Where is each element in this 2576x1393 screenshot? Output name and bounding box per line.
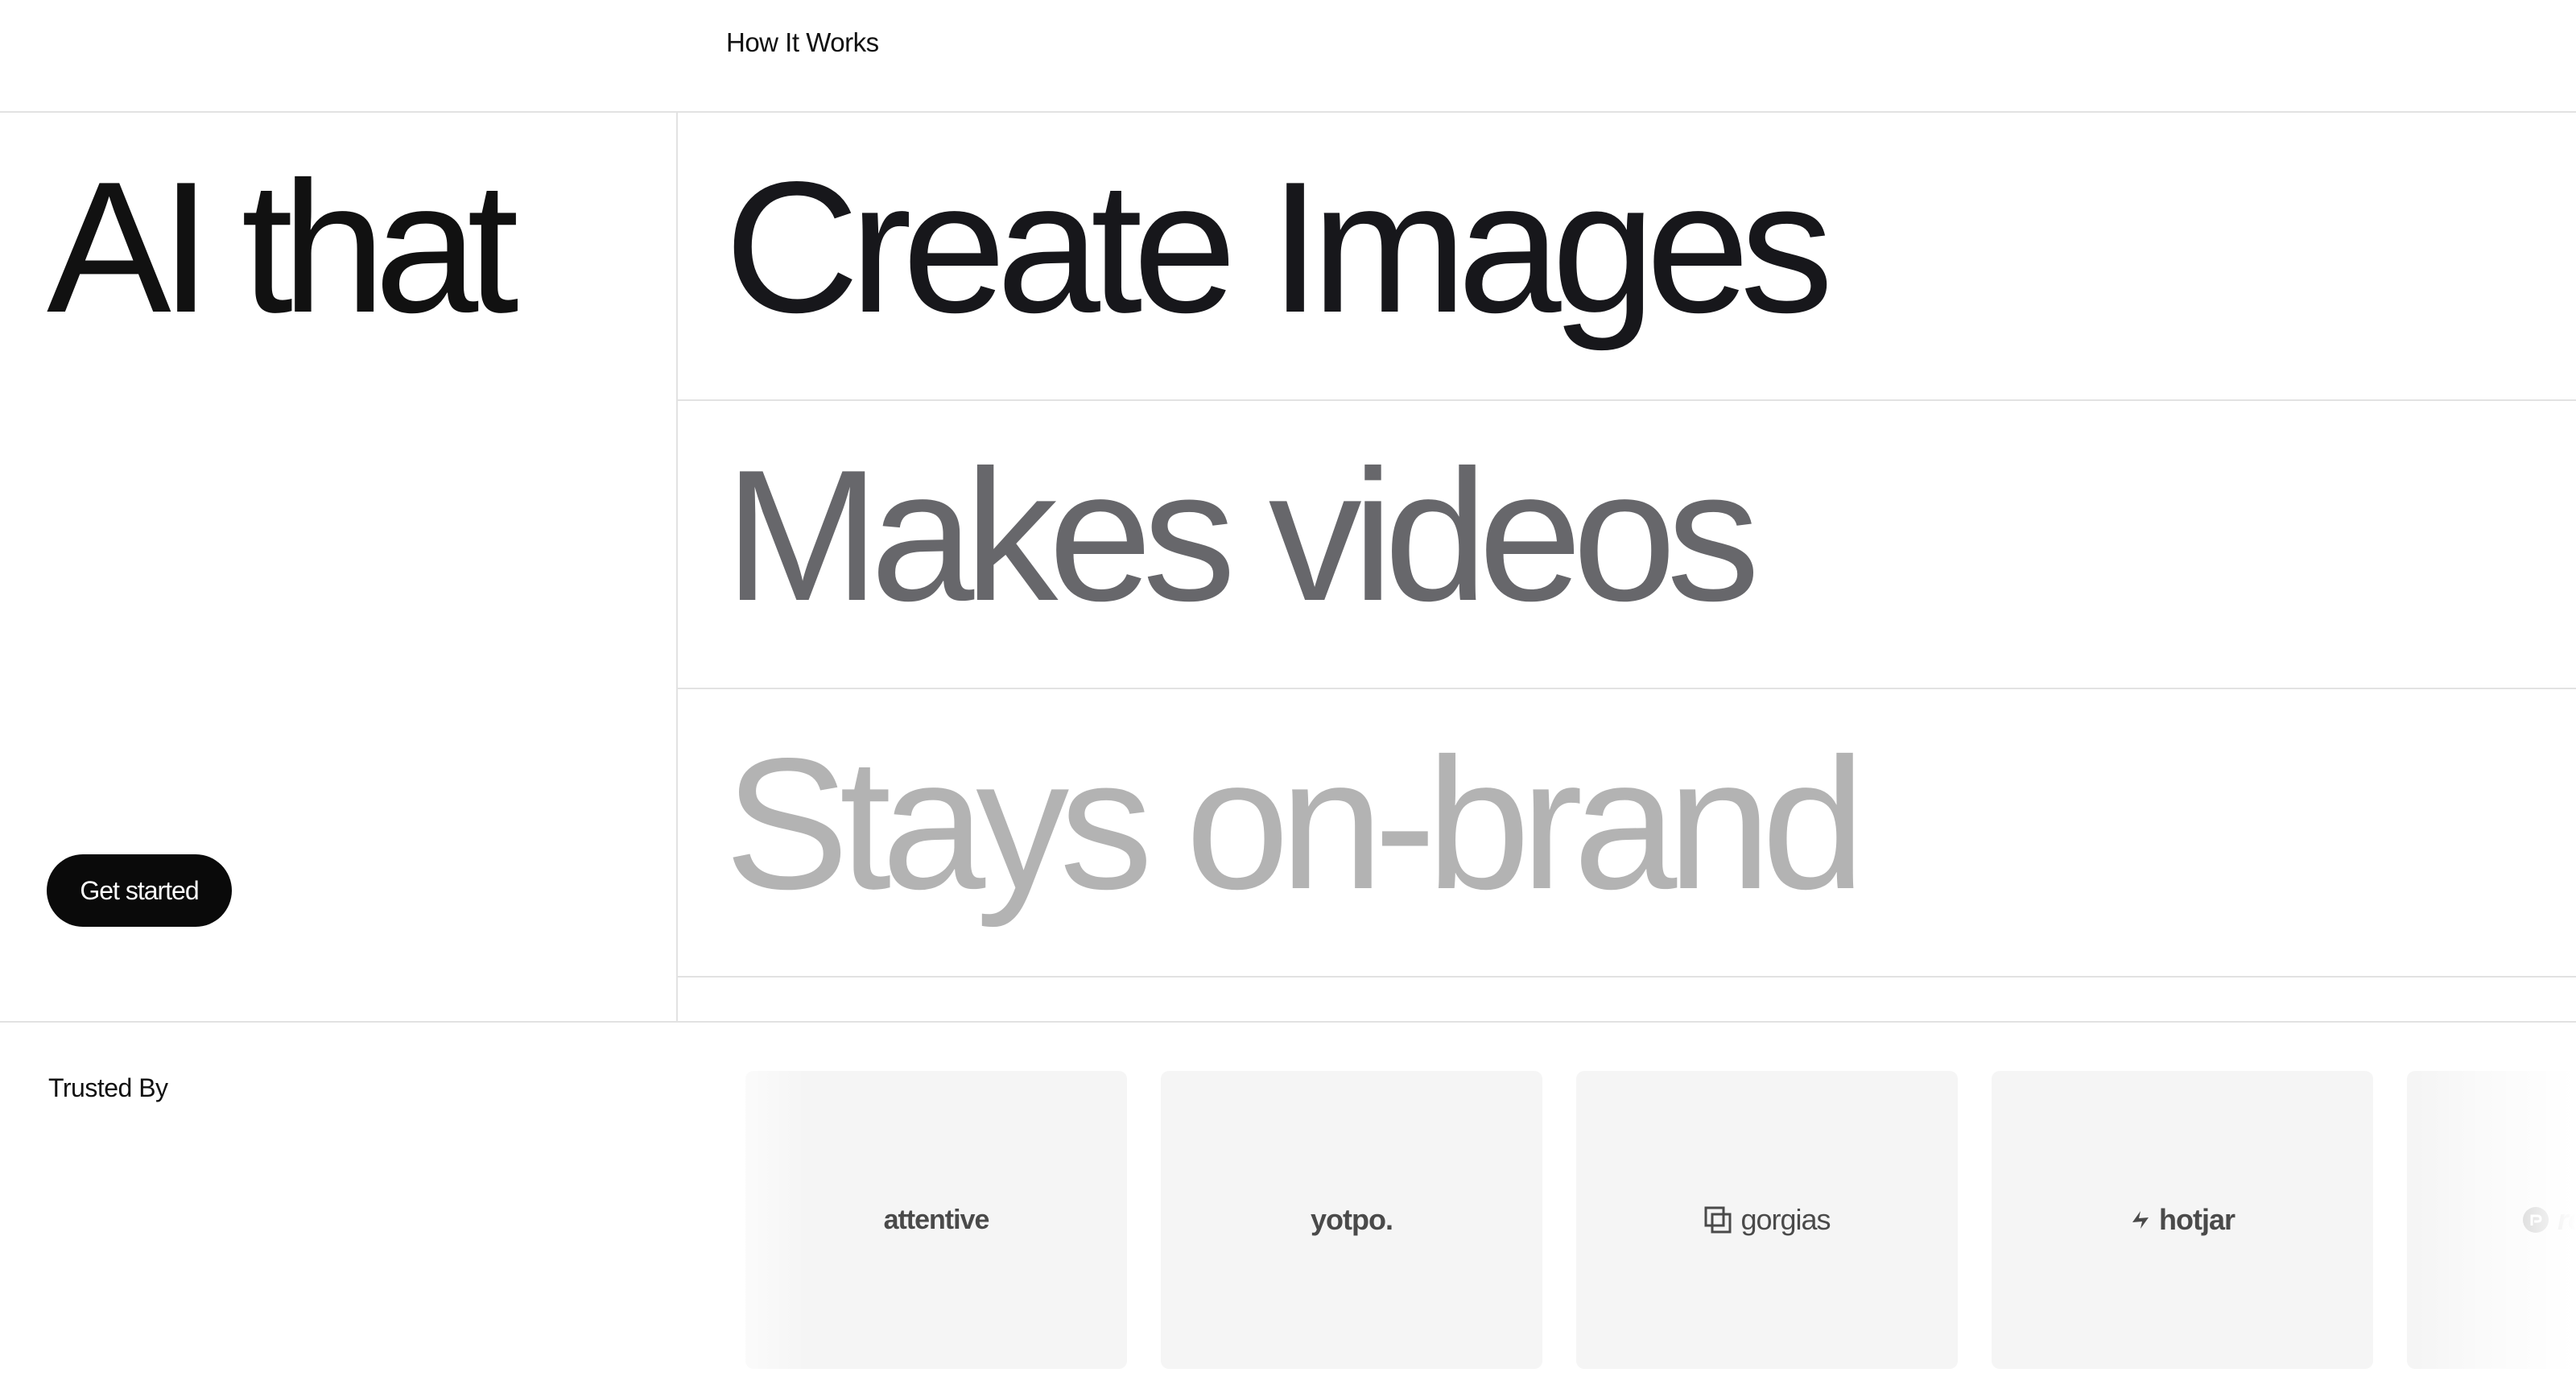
logo-card-recharge: recharge bbox=[2407, 1071, 2576, 1369]
nav-link-how-it-works[interactable]: How It Works bbox=[726, 27, 879, 58]
headline-stays-on-brand: Stays on-brand bbox=[724, 720, 1865, 928]
logo-card-hotjar: hotjar bbox=[1992, 1071, 2373, 1369]
hero-left-panel: AI that Get started bbox=[0, 113, 678, 1021]
hero-title: AI that bbox=[47, 143, 519, 352]
hotjar-mark-icon bbox=[2132, 1211, 2149, 1229]
recharge-logo: recharge bbox=[2557, 1203, 2576, 1236]
attentive-logo: attentive bbox=[883, 1204, 990, 1235]
headline-makes-videos: Makes videos bbox=[724, 432, 1760, 640]
yotpo-logo: yotpo. bbox=[1311, 1203, 1393, 1236]
hero-rotating-headlines: Create Images Makes videos Stays on-bran… bbox=[678, 113, 2576, 1021]
recharge-circle-icon bbox=[2522, 1207, 2549, 1233]
headline-row-stays-on-brand: Stays on-brand bbox=[678, 689, 2576, 978]
headline-row-create-images: Create Images bbox=[678, 113, 2576, 401]
logo-carousel: attentive yotpo. gorgias hotjar recharge bbox=[678, 1071, 2576, 1369]
logo-card-attentive: attentive bbox=[745, 1071, 1127, 1369]
gorgias-logo: gorgias bbox=[1740, 1203, 1831, 1236]
headline-row-makes-videos: Makes videos bbox=[678, 401, 2576, 689]
get-started-button[interactable]: Get started bbox=[47, 854, 232, 927]
logo-card-gorgias: gorgias bbox=[1576, 1071, 1958, 1369]
trusted-by-label: Trusted By bbox=[48, 1073, 168, 1102]
headline-create-images: Create Images bbox=[724, 143, 1834, 352]
hero-section: AI that Get started Create Images Makes … bbox=[0, 113, 2576, 1023]
gorgias-square-icon bbox=[1704, 1206, 1732, 1234]
logo-card-yotpo: yotpo. bbox=[1161, 1071, 1542, 1369]
top-nav-bar: How It Works bbox=[0, 0, 2576, 113]
hotjar-logo: hotjar bbox=[2158, 1203, 2235, 1236]
